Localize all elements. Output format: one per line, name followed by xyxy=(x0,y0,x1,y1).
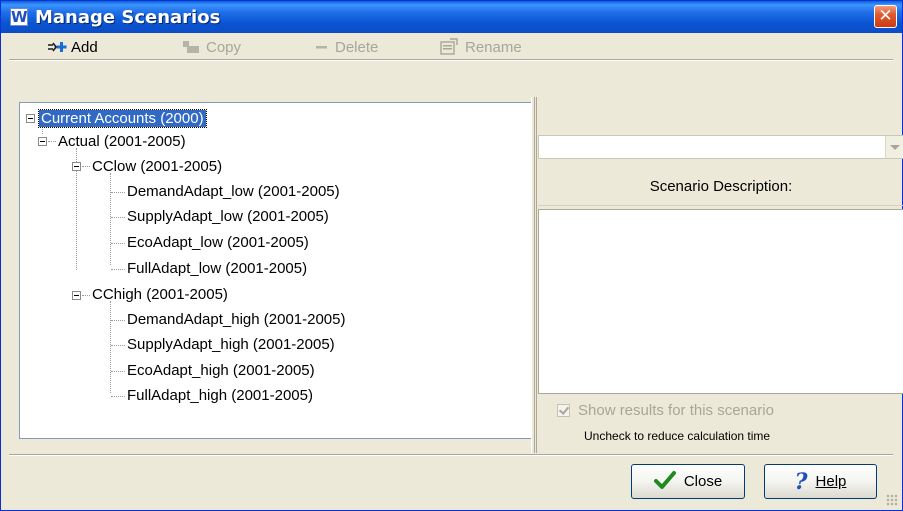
add-label: Add xyxy=(71,38,98,56)
tree-node-demandadapt-high[interactable]: DemandAdapt_high (2001-2005) xyxy=(127,310,346,330)
add-button[interactable]: Add xyxy=(47,37,98,57)
add-icon xyxy=(47,40,67,54)
description-header: Scenario Description: xyxy=(538,169,903,206)
tree-node-actual[interactable]: Actual (2001-2005) xyxy=(58,132,186,152)
show-results-row[interactable]: Show results for this scenario xyxy=(557,402,774,419)
copy-label: Copy xyxy=(206,38,242,56)
tree-node-label: CClow (2001-2005) xyxy=(92,158,223,175)
tree-connector xyxy=(111,396,125,397)
tree-node-label: DemandAdapt_low (2001-2005) xyxy=(127,183,340,200)
rename-label: Rename xyxy=(465,38,522,56)
show-results-label: Show results for this scenario xyxy=(578,402,774,419)
panel-splitter[interactable] xyxy=(531,97,537,453)
tree-connector xyxy=(110,301,111,393)
tree-connector xyxy=(111,269,125,270)
rename-button[interactable]: Rename xyxy=(439,37,522,57)
tree-node-label: Current Accounts (2000) xyxy=(38,109,207,128)
delete-label: Delete xyxy=(335,38,379,56)
tree-node-label: FullAdapt_low (2001-2005) xyxy=(127,260,308,277)
tree-node-label: EcoAdapt_high (2001-2005) xyxy=(127,362,315,379)
tree-connector xyxy=(110,173,111,265)
resize-grip-icon[interactable] xyxy=(886,494,898,506)
tree-node-current-accounts[interactable]: Current Accounts (2000) xyxy=(38,109,207,129)
app-logo-icon: W xyxy=(10,8,28,26)
tree-node-label: CChigh (2001-2005) xyxy=(92,286,228,303)
tree-connector xyxy=(111,192,125,193)
copy-button[interactable]: Copy xyxy=(182,37,241,57)
title-bar[interactable]: W Manage Scenarios ✕ xyxy=(1,1,902,33)
collapse-icon[interactable] xyxy=(26,114,35,123)
close-button[interactable]: Close xyxy=(631,464,745,499)
tree-connector xyxy=(111,371,125,372)
tree-connector xyxy=(111,243,125,244)
manage-scenarios-dialog: W Manage Scenarios ✕ Add Copy Delete Ren… xyxy=(0,0,903,511)
toolbar-separator xyxy=(9,59,893,61)
footer-separator xyxy=(9,454,893,456)
collapse-icon[interactable] xyxy=(38,137,47,146)
toolbar: Add Copy Delete Rename xyxy=(9,35,893,59)
tree-connector xyxy=(82,166,90,167)
collapse-icon[interactable] xyxy=(72,291,81,300)
tree-connector xyxy=(111,320,125,321)
tree-node-ecoadapt-low[interactable]: EcoAdapt_low (2001-2005) xyxy=(127,233,309,253)
tree-node-supplyadapt-high[interactable]: SupplyAdapt_high (2001-2005) xyxy=(127,335,335,355)
rename-icon xyxy=(439,38,459,56)
tree-connector xyxy=(111,217,125,218)
scenario-details-panel: Scenario Description: Show results for t… xyxy=(538,97,903,453)
show-results-checkbox[interactable] xyxy=(557,404,570,417)
tree-connector xyxy=(82,295,90,296)
tree-node-fulladapt-low[interactable]: FullAdapt_low (2001-2005) xyxy=(127,259,307,279)
copy-icon xyxy=(182,40,200,54)
delete-button[interactable]: Delete xyxy=(315,37,378,57)
tree-connector xyxy=(48,141,56,142)
help-icon: ? xyxy=(794,468,808,495)
tree-node-label: SupplyAdapt_low (2001-2005) xyxy=(127,208,329,225)
show-results-hint: Uncheck to reduce calculation time xyxy=(584,429,771,443)
tree-node-cclow[interactable]: CClow (2001-2005) xyxy=(92,157,222,177)
close-button-label: Close xyxy=(683,473,723,490)
help-button-label: Help xyxy=(815,473,847,490)
scenario-tree[interactable]: Current Accounts (2000) Actual (2001-200… xyxy=(19,102,532,439)
help-button[interactable]: ? Help xyxy=(764,464,877,499)
delete-icon xyxy=(315,40,329,54)
tree-node-label: FullAdapt_high (2001-2005) xyxy=(127,387,313,404)
chevron-down-icon[interactable] xyxy=(885,136,903,158)
tree-node-label: DemandAdapt_high (2001-2005) xyxy=(127,311,346,328)
tree-connector xyxy=(111,345,125,346)
window-title: Manage Scenarios xyxy=(35,7,221,28)
tree-node-ecoadapt-high[interactable]: EcoAdapt_high (2001-2005) xyxy=(127,361,315,381)
description-textarea[interactable] xyxy=(538,209,903,394)
tree-node-demandadapt-low[interactable]: DemandAdapt_low (2001-2005) xyxy=(127,182,340,202)
tree-node-supplyadapt-low[interactable]: SupplyAdapt_low (2001-2005) xyxy=(127,207,329,227)
tree-node-fulladapt-high[interactable]: FullAdapt_high (2001-2005) xyxy=(127,386,313,406)
tree-node-label: EcoAdapt_low (2001-2005) xyxy=(127,234,309,251)
tree-node-label: SupplyAdapt_high (2001-2005) xyxy=(127,336,335,353)
checkmark-icon xyxy=(653,470,676,494)
tree-node-label: Actual (2001-2005) xyxy=(58,133,186,150)
collapse-icon[interactable] xyxy=(72,162,81,171)
close-window-button[interactable]: ✕ xyxy=(874,5,897,28)
scenario-select[interactable] xyxy=(538,135,903,159)
tree-node-cchigh[interactable]: CChigh (2001-2005) xyxy=(92,285,228,305)
